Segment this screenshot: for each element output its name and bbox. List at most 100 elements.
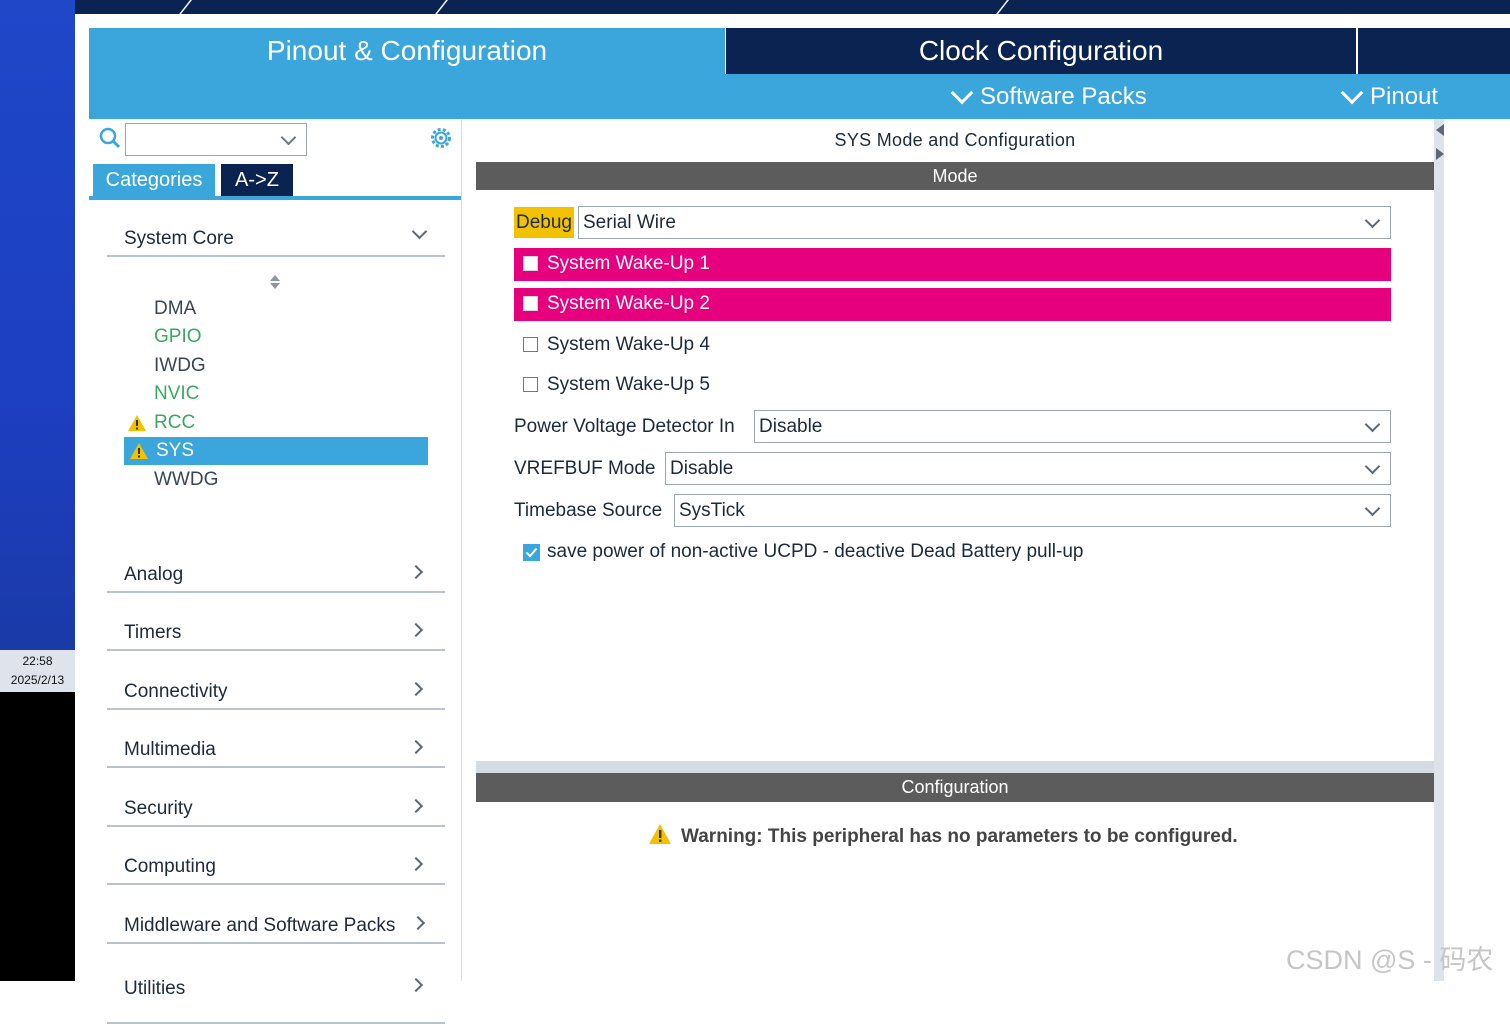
chevron-down-icon [950,81,974,104]
tab-categories[interactable]: Categories [93,164,215,197]
wakeup-1-label: System Wake-Up 1 [547,253,710,274]
chevron-down-icon [1364,416,1381,433]
tab-underline [89,196,461,200]
sort-icon[interactable] [269,273,281,291]
ucpd-checkbox[interactable] [523,544,540,561]
watermark: CSDN @S - 码农 [1286,945,1494,975]
pinout-menu[interactable]: Pinout [1340,74,1439,119]
category-timers[interactable]: Timers [107,611,445,651]
category-label: Middleware and Software Packs [124,915,396,936]
wakeup-4-checkbox[interactable] [523,337,538,352]
main-tabbar: Pinout & Configuration Clock Configurati… [89,28,1510,74]
peripheral-nvic[interactable]: NVIC [154,383,199,405]
no-parameters-warning: Warning: This peripheral has no paramete… [681,826,1238,847]
chevron-right-icon [410,915,426,931]
category-middleware[interactable]: Middleware and Software Packs [107,904,445,944]
warning-icon [649,824,671,844]
pane-title: SYS Mode and Configuration [834,130,1076,150]
chevron-down-icon [1340,81,1364,104]
category-utilities[interactable]: Utilities [107,962,445,1024]
chevron-right-icon [408,798,424,814]
timebase-label: Timebase Source [514,500,663,521]
sub-toolbar: Software Packs Pinout [89,74,1510,119]
wakeup-1-checkbox[interactable] [523,256,538,271]
category-label: Utilities [124,978,186,999]
tab-pinout-configuration[interactable]: Pinout & Configuration [89,28,725,74]
wakeup-2-label: System Wake-Up 2 [547,293,710,314]
category-label: System Core [124,228,234,249]
chevron-right-icon [408,622,424,638]
category-connectivity[interactable]: Connectivity [107,670,445,710]
vertical-scrollbar[interactable] [1434,119,1444,981]
chevron-down-icon [1364,500,1381,517]
ucpd-label: save power of non-active UCPD - deactive… [547,541,1084,562]
wakeup-2-row[interactable]: System Wake-Up 2 [514,288,1391,321]
chevron-right-icon [408,739,424,755]
wakeup-4-row[interactable]: System Wake-Up 4 [514,329,1391,362]
search-combobox[interactable] [125,123,307,156]
pvd-select[interactable]: Disable [754,410,1391,443]
category-label: Timers [124,622,182,643]
search-icon[interactable] [99,127,121,149]
peripheral-dma[interactable]: DMA [154,298,196,320]
software-packs-menu[interactable]: Software Packs [950,74,1147,119]
chevron-right-icon [408,681,424,697]
pvd-label: Power Voltage Detector In [514,416,735,437]
app-window: Pinout & Configuration Clock Configurati… [75,0,1510,1024]
chevron-right-icon [408,977,424,993]
wakeup-5-label: System Wake-Up 5 [547,374,710,395]
gear-icon[interactable] [429,126,453,150]
peripheral-iwdg[interactable]: IWDG [154,355,206,377]
category-label: Security [124,798,193,819]
tab-more[interactable] [1358,28,1510,74]
wakeup-2-checkbox[interactable] [523,296,538,311]
chevron-right-icon [408,856,424,872]
category-system-core[interactable]: System Core [107,217,445,257]
category-label: Analog [124,564,184,585]
vrefbuf-select[interactable]: Disable [665,452,1391,485]
breadcrumb[interactable] [75,0,1510,14]
tab-clock-configuration[interactable]: Clock Configuration [726,28,1356,74]
collapse-arrows-icon[interactable] [1435,122,1445,164]
pinout-label: Pinout [1370,82,1439,110]
warning-icon [130,443,148,459]
warning-icon [128,415,146,431]
clock-time: 22:58 [22,654,53,668]
wakeup-4-label: System Wake-Up 4 [547,334,710,355]
category-analog[interactable]: Analog [107,553,445,593]
categories-panel: Categories A->Z System Core DMA GPIO IWD… [89,119,462,1024]
wakeup-1-row[interactable]: System Wake-Up 1 [514,248,1391,281]
mode-header: Mode [476,162,1434,190]
pvd-value: Disable [759,416,823,437]
category-security[interactable]: Security [107,787,445,827]
peripheral-label: SYS [156,440,195,461]
taskbar [0,692,75,981]
debug-value: Serial Wire [583,212,676,233]
wakeup-5-checkbox[interactable] [523,377,538,392]
desktop-background [0,0,75,650]
debug-label: Debug [514,207,574,238]
software-packs-label: Software Packs [980,82,1147,110]
chevron-right-icon [408,564,424,580]
clock-date: 2025/2/13 [10,673,65,687]
category-label: Connectivity [124,681,228,702]
debug-select[interactable]: Serial Wire [578,206,1391,239]
category-label: Multimedia [124,739,216,760]
chevron-down-icon [1364,458,1381,475]
chevron-down-icon [280,129,297,146]
timebase-value: SysTick [679,500,745,521]
breadcrumb-separator [172,0,196,14]
taskbar-clock[interactable]: 22:58 2025/2/13 [0,650,75,692]
category-multimedia[interactable]: Multimedia [107,728,445,768]
category-computing[interactable]: Computing [107,845,445,885]
vrefbuf-label: VREFBUF Mode [514,458,656,479]
peripheral-gpio[interactable]: GPIO [154,326,202,348]
tab-a-z[interactable]: A->Z [221,164,293,197]
peripheral-sys-selected[interactable]: SYS [124,437,428,465]
peripheral-rcc[interactable]: RCC [154,412,195,434]
timebase-select[interactable]: SysTick [674,494,1391,527]
pane-splitter[interactable] [476,761,1434,773]
peripheral-wwdg[interactable]: WWDG [154,469,218,491]
category-label: Computing [124,856,216,877]
wakeup-5-row[interactable]: System Wake-Up 5 [514,369,1391,402]
